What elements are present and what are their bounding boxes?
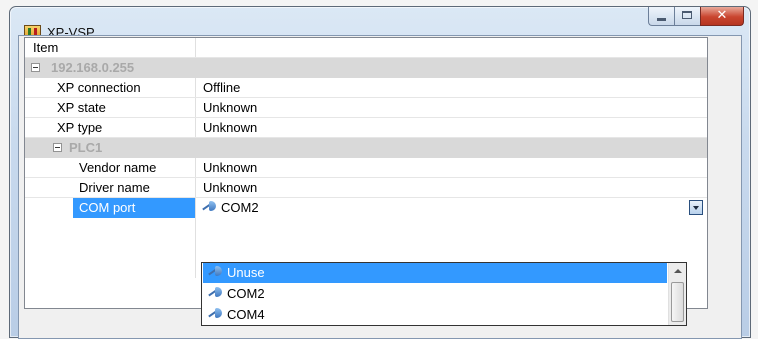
com-port-value: COM2 <box>221 200 259 215</box>
dropdown-option[interactable]: COM4 <box>203 305 667 325</box>
dropdown-option-label: COM4 <box>227 307 265 322</box>
group-row-ip[interactable]: 192.168.0.255 <box>25 58 707 78</box>
plug-icon <box>207 286 223 299</box>
plug-icon <box>201 200 217 213</box>
property-value: Unknown <box>203 180 258 195</box>
dropdown-option-label: Unuse <box>227 265 265 280</box>
dropdown-scrollbar[interactable] <box>668 263 686 325</box>
minimize-icon <box>657 18 666 21</box>
dropdown-arrow-icon[interactable] <box>689 200 703 215</box>
property-row-com-port[interactable]: COM port COM2 <box>25 198 707 218</box>
property-key: XP state <box>57 100 106 115</box>
minimize-button[interactable] <box>648 7 674 26</box>
expand-icon[interactable] <box>31 63 40 72</box>
maximize-icon <box>682 11 692 19</box>
maximize-button[interactable] <box>674 7 700 26</box>
com-port-combobox[interactable]: COM2 <box>201 198 259 218</box>
com-port-key[interactable]: COM port <box>73 198 195 218</box>
property-value: Offline <box>203 80 241 95</box>
plug-icon <box>207 265 223 278</box>
property-value: Unknown <box>203 120 258 135</box>
scroll-up-icon[interactable] <box>669 263 686 280</box>
property-value: Unknown <box>203 160 258 175</box>
dropdown-option[interactable]: Unuse <box>203 263 667 283</box>
grid-header: Item <box>25 38 707 58</box>
group-plc-label: PLC1 <box>69 140 103 155</box>
property-key: Vendor name <box>79 160 157 175</box>
dropdown-option-label: COM2 <box>227 286 265 301</box>
expand-icon[interactable] <box>53 143 62 152</box>
group-row-plc[interactable]: PLC1 <box>25 138 707 158</box>
group-ip-label: 192.168.0.255 <box>51 60 135 75</box>
property-row[interactable]: Driver name Unknown <box>25 178 707 198</box>
plug-icon <box>207 307 223 320</box>
property-value: Unknown <box>203 100 258 115</box>
property-row[interactable]: XP type Unknown <box>25 118 707 138</box>
property-row[interactable]: XP state Unknown <box>25 98 707 118</box>
property-row[interactable]: Vendor name Unknown <box>25 158 707 178</box>
property-key: XP connection <box>57 80 141 95</box>
com-port-dropdown-list[interactable]: Unuse COM2 COM4 <box>201 262 687 326</box>
dropdown-option[interactable]: COM2 <box>203 284 667 304</box>
property-key: Driver name <box>79 180 150 195</box>
close-icon: ✕ <box>716 8 728 23</box>
close-button[interactable]: ✕ <box>700 7 744 26</box>
property-key: XP type <box>57 120 103 135</box>
scrollbar-thumb[interactable] <box>671 282 684 322</box>
property-row[interactable]: XP connection Offline <box>25 78 707 98</box>
caption-buttons: ✕ <box>648 7 744 26</box>
header-item: Item <box>33 40 59 55</box>
